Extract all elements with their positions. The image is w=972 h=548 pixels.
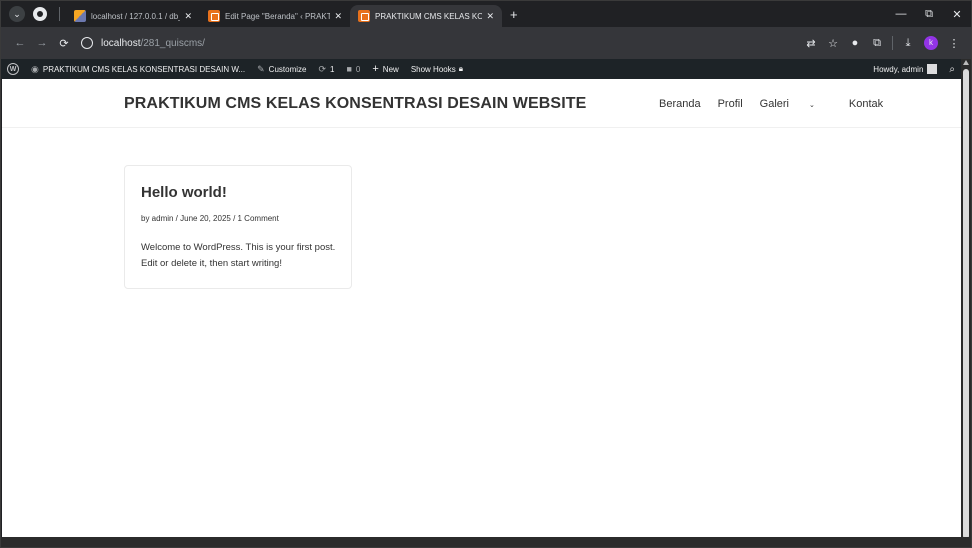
back-button[interactable]: ←	[9, 37, 31, 49]
restore-button[interactable]: ⧉	[915, 8, 943, 21]
page-viewport: PRAKTIKUM CMS KELAS KONSENTRASI DESAIN W…	[2, 79, 961, 537]
comment-icon: ■	[346, 64, 352, 74]
bookmark-star-icon[interactable]: ☆	[822, 37, 844, 50]
wp-admin-bar: W ◉ PRAKTIKUM CMS KELAS KONSENTRASI DESA…	[1, 59, 961, 79]
admin-bar-right: Howdy, admin ⌕	[867, 59, 961, 79]
site-header: PRAKTIKUM CMS KELAS KONSENTRASI DESAIN W…	[2, 79, 961, 128]
nav-item-label: Galeri	[759, 98, 789, 110]
nav-item-galeri[interactable]: Galeri ⌄	[760, 98, 832, 110]
forward-button[interactable]: →	[31, 37, 53, 49]
tab-phpmyadmin[interactable]: localhost / 127.0.0.1 / db_prakti ✕	[66, 5, 200, 27]
post-title[interactable]: Hello world!	[141, 184, 227, 201]
chevron-down-icon: ⌄	[809, 102, 815, 109]
profile-avatar[interactable]: k	[924, 36, 938, 50]
close-window-button[interactable]: ✕	[943, 8, 971, 21]
browser-menu-icon[interactable]: ⋮	[943, 37, 965, 50]
scroll-thumb[interactable]	[963, 69, 969, 539]
tab-search-icon[interactable]: ⌄	[9, 6, 25, 22]
wp-favicon-icon	[208, 10, 220, 22]
lock-icon: 🔒︎	[458, 64, 463, 73]
tab-divider	[59, 7, 60, 21]
tab-close-icon[interactable]: ✕	[184, 11, 192, 22]
wp-logo-menu[interactable]: W	[1, 59, 25, 79]
howdy-label: Howdy, admin	[873, 64, 924, 74]
phpmyadmin-icon	[74, 10, 86, 22]
new-tab-button[interactable]: +	[510, 7, 518, 22]
site-info-icon[interactable]	[81, 37, 93, 49]
bottom-edge	[1, 537, 971, 547]
comments-link[interactable]: ■ 0	[340, 59, 366, 79]
page-scrollbar[interactable]	[961, 59, 971, 547]
show-hooks-label: Show Hooks	[410, 64, 456, 74]
user-avatar	[927, 64, 938, 74]
new-label: New	[382, 64, 399, 74]
toolbar-divider	[892, 36, 893, 50]
updates-icon: ⟳	[318, 63, 327, 74]
tab-edit-page[interactable]: Edit Page "Beranda" ‹ PRAKTIKI ✕	[200, 5, 350, 27]
tab-site-active[interactable]: PRAKTIKUM CMS KELAS KONSI ✕	[350, 5, 502, 27]
window-controls: — ⧉ ✕	[887, 1, 971, 27]
browser-toolbar: ← → ⟳ localhost/281_quiscms/ ⇄ ☆ ● ⧉ ⤓ k…	[1, 27, 971, 59]
screenshot-icon[interactable]: ●	[844, 37, 866, 49]
admin-search[interactable]: ⌕	[943, 59, 961, 79]
post-meta: by admin / June 20, 2025 / 1 Comment	[141, 214, 279, 223]
plus-icon: +	[372, 63, 379, 75]
updates-count: 1	[330, 64, 335, 74]
scroll-up-icon[interactable]	[963, 60, 969, 65]
translate-icon[interactable]: ⇄	[800, 37, 822, 50]
my-account-menu[interactable]: Howdy, admin	[867, 59, 943, 79]
url-host: localhost	[101, 37, 141, 49]
github-icon[interactable]	[33, 7, 47, 21]
updates-link[interactable]: ⟳ 1	[312, 59, 340, 79]
tab-label: PRAKTIKUM CMS KELAS KONSI	[375, 11, 483, 21]
minimize-button[interactable]: —	[887, 8, 915, 20]
download-icon[interactable]: ⤓	[897, 37, 919, 50]
tab-close-icon[interactable]: ✕	[486, 11, 494, 22]
wordpress-logo-icon: W	[7, 63, 19, 75]
show-hooks-link[interactable]: Show Hooks 🔒︎	[405, 59, 469, 79]
nav-item-kontak[interactable]: Kontak	[849, 98, 883, 110]
site-name-label: PRAKTIKUM CMS KELAS KONSENTRASI DESAIN W…	[42, 64, 246, 74]
nav-item-profil[interactable]: Profil	[718, 98, 743, 110]
dashboard-icon: ◉	[31, 63, 39, 74]
comments-count: 0	[355, 64, 361, 74]
search-icon: ⌕	[949, 63, 955, 75]
brush-icon: ✎	[257, 63, 265, 74]
url-path: /281_quiscms/	[140, 37, 205, 49]
toolbar-actions: ⇄ ☆ ● ⧉ ⤓ k ⋮	[800, 27, 965, 59]
site-name-menu[interactable]: ◉ PRAKTIKUM CMS KELAS KONSENTRASI DESAIN…	[25, 59, 251, 79]
browser-window: ⌄ localhost / 127.0.0.1 / db_prakti ✕ Ed…	[0, 0, 972, 548]
new-content-menu[interactable]: + New	[366, 59, 404, 79]
tab-strip: ⌄ localhost / 127.0.0.1 / db_prakti ✕ Ed…	[1, 1, 971, 27]
tab-close-icon[interactable]: ✕	[334, 11, 342, 22]
customize-label: Customize	[268, 64, 307, 74]
reload-button[interactable]: ⟳	[53, 37, 75, 50]
customize-link[interactable]: ✎ Customize	[251, 59, 312, 79]
nav-item-beranda[interactable]: Beranda	[659, 98, 701, 110]
post-card: Hello world! by admin / June 20, 2025 / …	[124, 165, 352, 289]
tab-label: Edit Page "Beranda" ‹ PRAKTIKI	[225, 11, 331, 21]
extensions-icon[interactable]: ⧉	[866, 37, 888, 50]
tab-label: localhost / 127.0.0.1 / db_prakti	[91, 11, 180, 21]
post-excerpt: Welcome to WordPress. This is your first…	[141, 242, 336, 269]
primary-nav: Beranda Profil Galeri ⌄ Kontak	[659, 98, 900, 110]
wp-favicon-icon	[358, 10, 370, 22]
address-bar[interactable]: localhost/281_quiscms/	[75, 31, 805, 55]
site-title[interactable]: PRAKTIKUM CMS KELAS KONSENTRASI DESAIN W…	[124, 95, 586, 113]
